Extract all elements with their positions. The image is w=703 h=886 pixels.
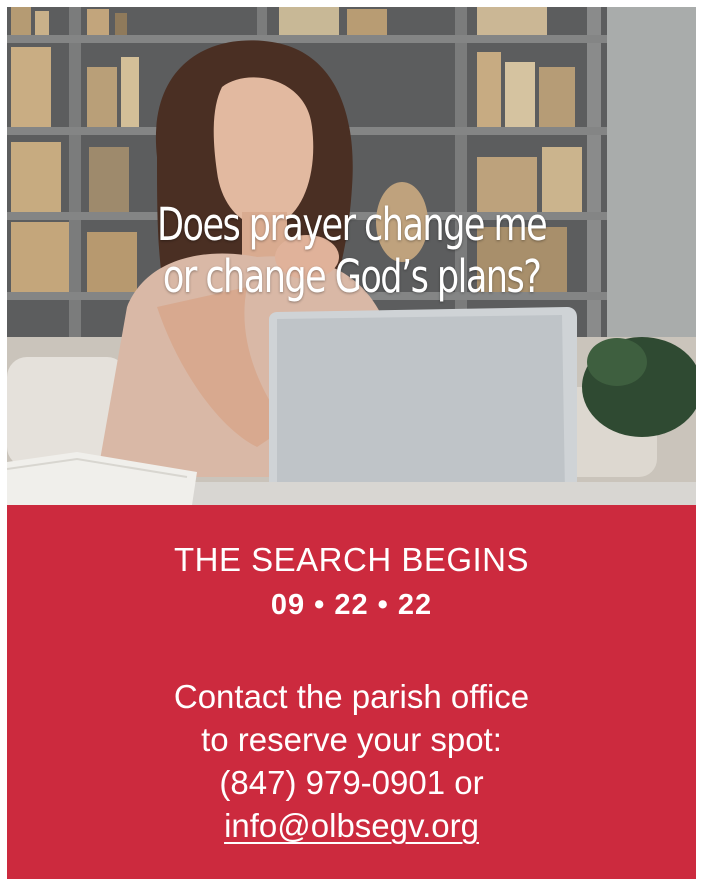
- headline-line-1: Does prayer change me: [157, 198, 548, 251]
- event-date: 09 • 22 • 22: [270, 589, 433, 621]
- contact-info: Contact the parish office to reserve you…: [7, 675, 696, 847]
- contact-line-1: Contact the parish office: [173, 678, 530, 715]
- contact-email-link[interactable]: info@olbsegv.org: [224, 807, 479, 844]
- flyer: Does prayer change me or change God’s pl…: [7, 7, 696, 879]
- contact-phone: (847) 979-0901 or: [219, 764, 484, 801]
- headline: Does prayer change me or change God’s pl…: [83, 199, 620, 303]
- contact-line-2: to reserve your spot:: [201, 721, 502, 758]
- headline-line-2: or change God’s plans?: [162, 250, 542, 303]
- hero-photo: Does prayer change me or change God’s pl…: [7, 7, 696, 505]
- info-panel: THE SEARCH BEGINS 09 • 22 • 22 Contact t…: [7, 505, 696, 879]
- event-kicker: THE SEARCH BEGINS: [173, 541, 530, 578]
